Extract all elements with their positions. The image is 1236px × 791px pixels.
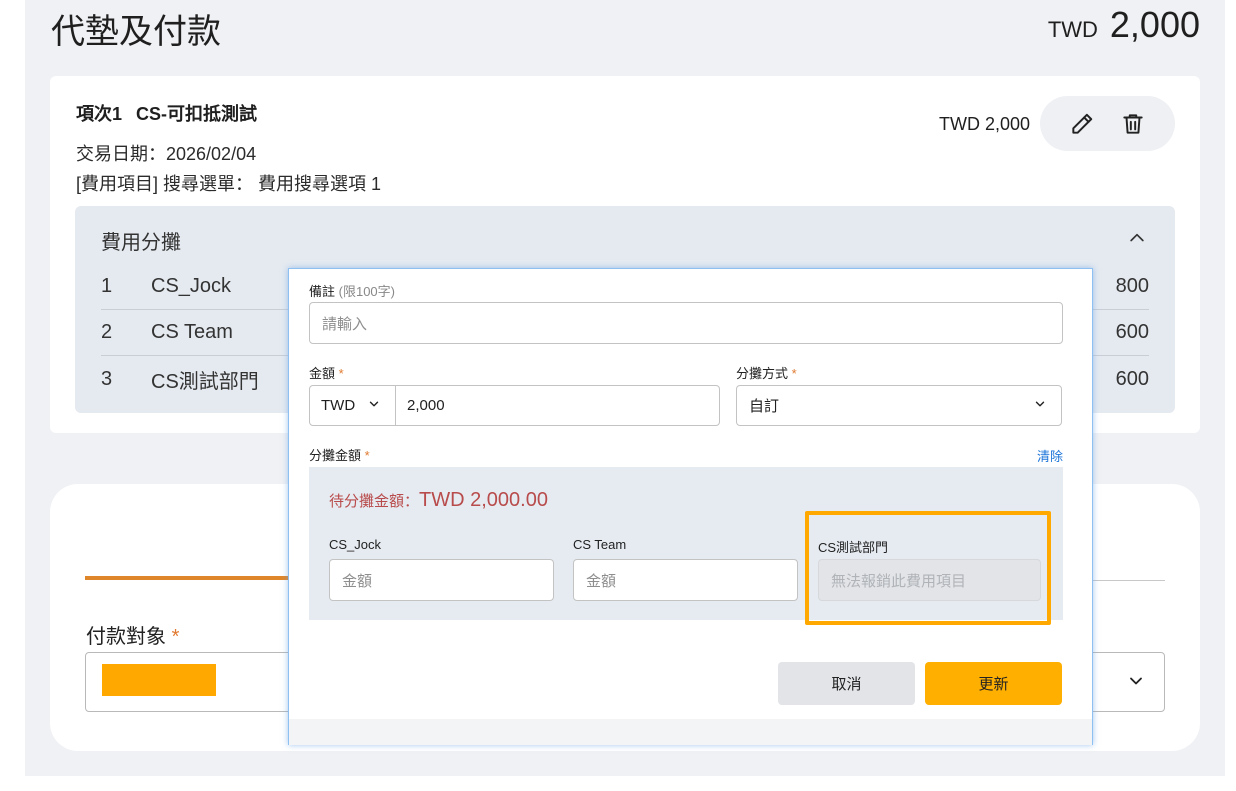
update-button[interactable]: 更新 [925,662,1062,705]
method-value: 自訂 [749,398,780,415]
item-name: CS-可扣抵測試 [136,104,258,124]
page-total: TWD 2,000 [1048,4,1200,46]
chevron-down-icon [1126,671,1146,696]
note-input[interactable]: 請輸入 [309,302,1063,344]
allocation-row-value: 800 [1115,275,1149,297]
allocation-row-number: 3 [101,367,113,390]
required-mark: * [171,626,180,648]
department-label: CS Team [573,537,627,552]
pending-amount: 待分攤金額： TWD 2,000.00 [329,489,548,512]
note-label-hint: (限100字) [338,284,395,299]
modal-footer [289,719,1092,745]
amount-label: 金額 * [309,363,344,382]
allocation-edit-modal: 備註 (限100字) 請輸入 金額 * TWD 2,000 分攤方式 * 自訂 … [288,268,1093,745]
pending-value: TWD 2,000.00 [419,489,548,511]
pencil-icon[interactable] [1066,108,1098,140]
trash-icon[interactable] [1117,108,1149,140]
allocation-row-number: 1 [101,275,113,297]
required-mark: * [791,366,797,381]
allocation-row-value: 600 [1115,367,1149,390]
chevron-down-icon [1033,397,1047,415]
cancel-button[interactable]: 取消 [778,662,915,705]
note-label-text: 備註 [309,284,336,299]
item-heading: 項次1 CS-可扣抵測試 [76,100,257,126]
required-mark: * [364,448,370,463]
currency-value: TWD [321,397,356,414]
department-amount-input[interactable]: 金額 [329,559,554,601]
currency-select[interactable]: TWD [310,386,396,425]
page-total-amount: 2,000 [1109,4,1200,45]
allocation-title: 費用分攤 [101,232,181,254]
allocation-row-value: 600 [1115,321,1149,343]
chevron-up-icon[interactable] [1123,224,1151,252]
method-label: 分攤方式 * [736,363,797,382]
amount-label-text: 金額 [309,366,336,381]
method-label-text: 分攤方式 [736,366,789,381]
item-expense-type: [費用項目] 搜尋選單： 費用搜尋選項 1 [76,174,382,194]
chevron-down-icon [367,397,381,415]
split-amount-label-text: 分攤金額 [309,448,362,463]
department-amount-input[interactable]: 金額 [573,559,798,601]
note-label: 備註 (限100字) [309,281,395,300]
allocation-method-select[interactable]: 自訂 [736,385,1062,426]
item-date: 交易日期：2026/02/04 [76,144,257,164]
page-title: 代墊及付款 [51,13,221,51]
payee-label: 付款對象 * [86,620,179,649]
split-amount-panel: 待分攤金額： TWD 2,000.00 CS_Jock 金額 CS Team 金… [309,467,1063,625]
department-label: CS_Jock [329,537,382,552]
clear-link[interactable]: 清除 [1037,446,1063,465]
allocation-row-number: 2 [101,321,113,343]
split-amount-label: 分攤金額 * [309,445,370,464]
item-index: 項次1 [76,104,123,124]
highlight-annotation [805,511,1051,625]
amount-input[interactable]: 2,000 [396,386,445,425]
redacted-value [102,664,216,696]
item-amount: TWD 2,000 [938,114,1030,134]
active-tab-indicator [85,576,295,580]
item-actions [1040,96,1175,151]
required-mark: * [338,366,344,381]
amount-field: TWD 2,000 [309,385,720,426]
payee-label-text: 付款對象 [86,626,166,648]
page-total-currency: TWD [1047,17,1098,42]
pending-label: 待分攤金額： [329,493,420,510]
